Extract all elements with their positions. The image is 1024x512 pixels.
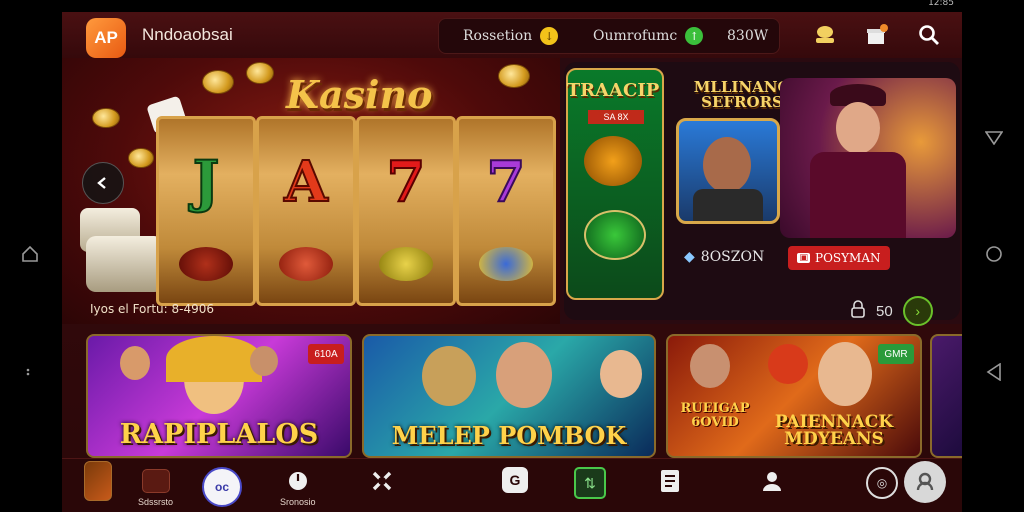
nav-item-9[interactable] xyxy=(758,467,786,495)
coin-decoration xyxy=(202,70,234,94)
bottom-nav: Sdssrsto oc Sronosio G ⇅ ◎ xyxy=(62,458,962,512)
chip-icon xyxy=(279,247,333,281)
gift-icon[interactable] xyxy=(864,22,890,48)
slot-reel-3: 7 xyxy=(356,116,456,306)
chip-icon xyxy=(179,247,233,281)
gamepad-icon: G xyxy=(502,467,528,493)
game-card-row: 610A RAPIPLALOS MELEP POMBOK GMR RUEIGAP… xyxy=(62,330,962,458)
nav-item-2[interactable]: Sdssrsto xyxy=(138,467,173,507)
coin-decoration xyxy=(498,64,530,88)
check-icon xyxy=(584,210,646,260)
status-time: 12:85 xyxy=(928,0,954,8)
support-icon: ◎ xyxy=(866,467,898,499)
balance-bar: Rossetion ↓ Oumrofumc ↑ 830W xyxy=(438,18,780,54)
game-card-3[interactable]: GMR RUEIGAP 6OVID PAIENNACK MDYEANS xyxy=(666,334,922,458)
game-card-4-partial[interactable] xyxy=(930,334,962,458)
left-system-rail xyxy=(0,0,60,512)
dots-icon[interactable] xyxy=(20,362,40,382)
chip-stack xyxy=(86,236,164,292)
carousel-prev-button[interactable] xyxy=(82,162,124,204)
nav-item-11[interactable] xyxy=(904,461,946,503)
back-icon[interactable] xyxy=(984,362,1004,382)
ticket-icon: ▣ xyxy=(797,253,810,263)
balance-pill-1[interactable]: Rossetion ↓ xyxy=(463,19,559,53)
home-circle-icon[interactable] xyxy=(984,244,1004,264)
balance-pill-3[interactable]: 830W xyxy=(727,19,768,53)
arrow-up-icon: ↑ xyxy=(685,27,704,45)
slot-reel-2: A xyxy=(256,116,356,306)
hero-slot-banner[interactable]: Kasino J A 7 7 Iyos el Fortu: 8-4906 xyxy=(62,58,560,324)
cross-icon xyxy=(368,467,396,495)
user-circle-icon xyxy=(904,461,946,503)
promo-card-left[interactable]: SA 8X xyxy=(566,68,664,300)
nav-item-8[interactable] xyxy=(656,467,684,495)
chip-icon xyxy=(379,247,433,281)
chip-icon xyxy=(479,247,533,281)
promo-tag-button[interactable]: ▣ POSYMAN xyxy=(788,246,890,270)
game-card-3-label: PAIENNACK MDYEANS xyxy=(774,412,894,449)
promo-stat: ◆ 8OSZON xyxy=(684,249,765,265)
host-portrait-2[interactable] xyxy=(780,78,956,238)
app-logo[interactable]: AP xyxy=(86,18,126,58)
document-icon xyxy=(656,467,684,495)
hero-title: Kasino xyxy=(286,72,433,117)
chat-icon: oc xyxy=(202,467,242,507)
promo-left-title: TRAACIP xyxy=(566,80,660,101)
nav-item-6[interactable]: G xyxy=(502,467,528,493)
nav-item-3[interactable]: oc xyxy=(202,467,242,507)
slot-reel-4: 7 xyxy=(456,116,556,306)
game-card-2[interactable]: MELEP POMBOK xyxy=(362,334,656,458)
nav-item-5[interactable] xyxy=(368,467,396,495)
balance-pill-2[interactable]: Oumrofumc ↑ xyxy=(593,19,704,53)
promo-counter[interactable]: 50 › xyxy=(850,296,933,326)
game-card-3-sublabel: RUEIGAP 6OVID xyxy=(680,401,750,430)
back-down-icon[interactable] xyxy=(984,128,1004,148)
nav-item-4[interactable]: Sronosio xyxy=(280,467,316,507)
promo-panel: SA 8X TRAACIP MLLINANG SEFRORS ◆ 8OSZON … xyxy=(560,58,962,326)
search-icon[interactable] xyxy=(916,22,942,48)
hero-caption: Iyos el Fortu: 8-4906 xyxy=(90,302,215,316)
game-card-1[interactable]: 610A RAPIPLALOS xyxy=(86,334,352,458)
coin-decoration xyxy=(128,148,154,168)
nav-item-7[interactable]: ⇅ xyxy=(574,467,606,499)
coin-decoration xyxy=(246,62,274,84)
nav-item-10[interactable]: ◎ xyxy=(866,467,898,499)
bonus-icon[interactable] xyxy=(812,22,838,48)
wallet-icon: ⇅ xyxy=(574,467,606,499)
game-tile-icon xyxy=(84,461,112,501)
top-bar: AP Nndoaobsai Rossetion ↓ Oumrofumc ↑ 83… xyxy=(62,12,962,59)
nav-item-1[interactable] xyxy=(84,461,112,501)
casino-app: AP Nndoaobsai Rossetion ↓ Oumrofumc ↑ 83… xyxy=(62,12,962,512)
coin-down-icon: ↓ xyxy=(540,27,559,45)
brand-name: Nndoaobsai xyxy=(142,25,233,44)
coin-decoration xyxy=(92,108,120,128)
device-status-bar: 12:85 xyxy=(60,0,964,10)
next-arrow-icon[interactable]: › xyxy=(902,296,933,326)
right-system-rail xyxy=(964,0,1024,512)
game-tile-icon xyxy=(141,467,170,495)
power-icon xyxy=(284,467,312,495)
diamond-icon: ◆ xyxy=(684,249,695,265)
trophy-icon xyxy=(584,136,642,186)
slot-reel-1: J xyxy=(156,116,256,306)
host-portrait-1[interactable] xyxy=(676,118,780,224)
lock-icon xyxy=(850,300,866,322)
profile-icon xyxy=(758,467,786,495)
home-icon[interactable] xyxy=(20,244,40,264)
